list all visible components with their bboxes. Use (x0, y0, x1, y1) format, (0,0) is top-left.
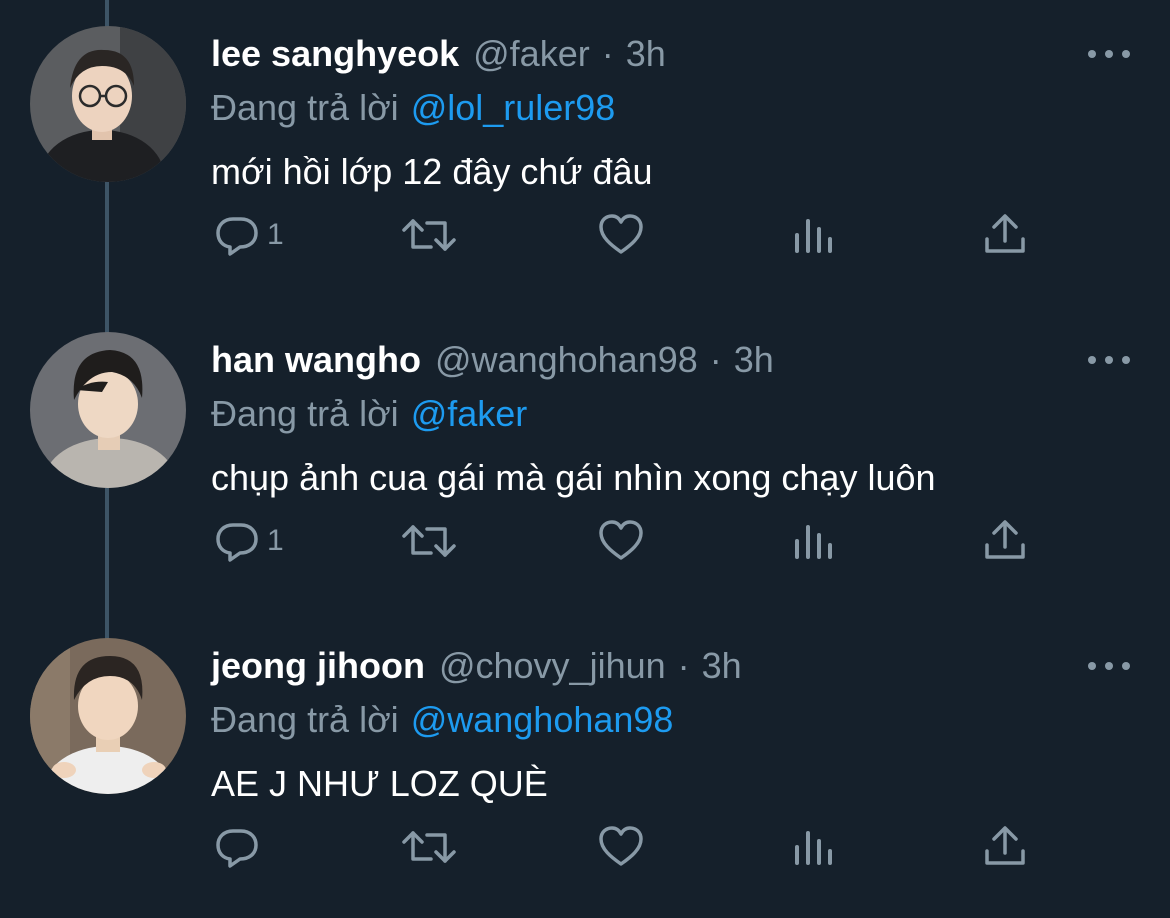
like-button[interactable] (597, 817, 645, 877)
reply-mention-link[interactable]: @wanghohan98 (411, 699, 674, 741)
reply-button[interactable] (213, 817, 267, 877)
avatar[interactable] (30, 26, 186, 182)
reply-mention-link[interactable]: @faker (411, 393, 528, 435)
reply-icon (216, 217, 258, 256)
avatar[interactable] (30, 332, 186, 488)
user-handle[interactable]: @faker (473, 33, 590, 75)
reply-count: 1 (267, 218, 284, 251)
separator-dot: · (601, 33, 614, 74)
display-name[interactable]: jeong jihoon (211, 645, 425, 687)
tweet-actions (211, 817, 1041, 877)
retweet-button[interactable] (401, 817, 457, 877)
user-handle[interactable]: @chovy_jihun (439, 645, 666, 687)
replying-to-label: Đang trả lời (211, 699, 399, 740)
analytics-button[interactable] (791, 817, 835, 877)
timestamp[interactable]: 3h (702, 645, 742, 687)
retweet-button[interactable] (401, 511, 457, 571)
reply-mention-link[interactable]: @lol_ruler98 (411, 87, 616, 129)
separator-dot: · (709, 339, 722, 380)
retweet-button[interactable] (401, 205, 457, 265)
reply-count: 1 (267, 524, 284, 557)
separator-dot: · (677, 645, 690, 686)
retweet-icon (402, 831, 456, 863)
more-options-icon[interactable] (1088, 650, 1130, 682)
display-name[interactable]: lee sanghyeok (211, 33, 459, 75)
analytics-icon (795, 219, 832, 253)
more-options-icon[interactable] (1088, 38, 1130, 70)
tweet[interactable]: jeong jihoon @chovy_jihun · 3h Đang trả … (0, 612, 1170, 918)
tweet-text: AE J NHƯ LOZ QUÈ (211, 763, 548, 804)
analytics-icon (795, 525, 832, 559)
replying-to-label: Đang trả lời (211, 393, 399, 434)
retweet-icon (402, 219, 456, 251)
like-icon (599, 826, 643, 866)
retweet-icon (402, 525, 456, 557)
tweet-text: chụp ảnh cua gái mà gái nhìn xong chạy l… (211, 457, 936, 498)
reply-button[interactable]: 1 (213, 205, 284, 265)
user-handle[interactable]: @wanghohan98 (435, 339, 698, 381)
like-icon (599, 520, 643, 560)
like-icon (599, 214, 643, 254)
share-icon (985, 520, 1025, 559)
analytics-button[interactable] (791, 511, 835, 571)
share-icon (985, 826, 1025, 865)
tweet-actions: 1 (211, 205, 1041, 265)
timestamp[interactable]: 3h (734, 339, 774, 381)
analytics-button[interactable] (791, 205, 835, 265)
reply-icon (216, 829, 258, 868)
share-button[interactable] (981, 511, 1029, 571)
share-icon (985, 214, 1025, 253)
tweet[interactable]: lee sanghyeok @faker · 3h Đang trả lời @… (0, 0, 1170, 306)
share-button[interactable] (981, 205, 1029, 265)
tweet-text: mới hồi lớp 12 đây chứ đâu (211, 151, 653, 192)
tweet[interactable]: han wangho @wanghohan98 · 3h Đang trả lờ… (0, 306, 1170, 612)
avatar[interactable] (30, 638, 186, 794)
reply-icon (216, 523, 258, 562)
like-button[interactable] (597, 511, 645, 571)
analytics-icon (795, 831, 832, 865)
share-button[interactable] (981, 817, 1029, 877)
like-button[interactable] (597, 205, 645, 265)
more-options-icon[interactable] (1088, 344, 1130, 376)
display-name[interactable]: han wangho (211, 339, 421, 381)
timestamp[interactable]: 3h (626, 33, 666, 75)
replying-to-label: Đang trả lời (211, 87, 399, 128)
reply-button[interactable]: 1 (213, 511, 284, 571)
tweet-actions: 1 (211, 511, 1041, 571)
